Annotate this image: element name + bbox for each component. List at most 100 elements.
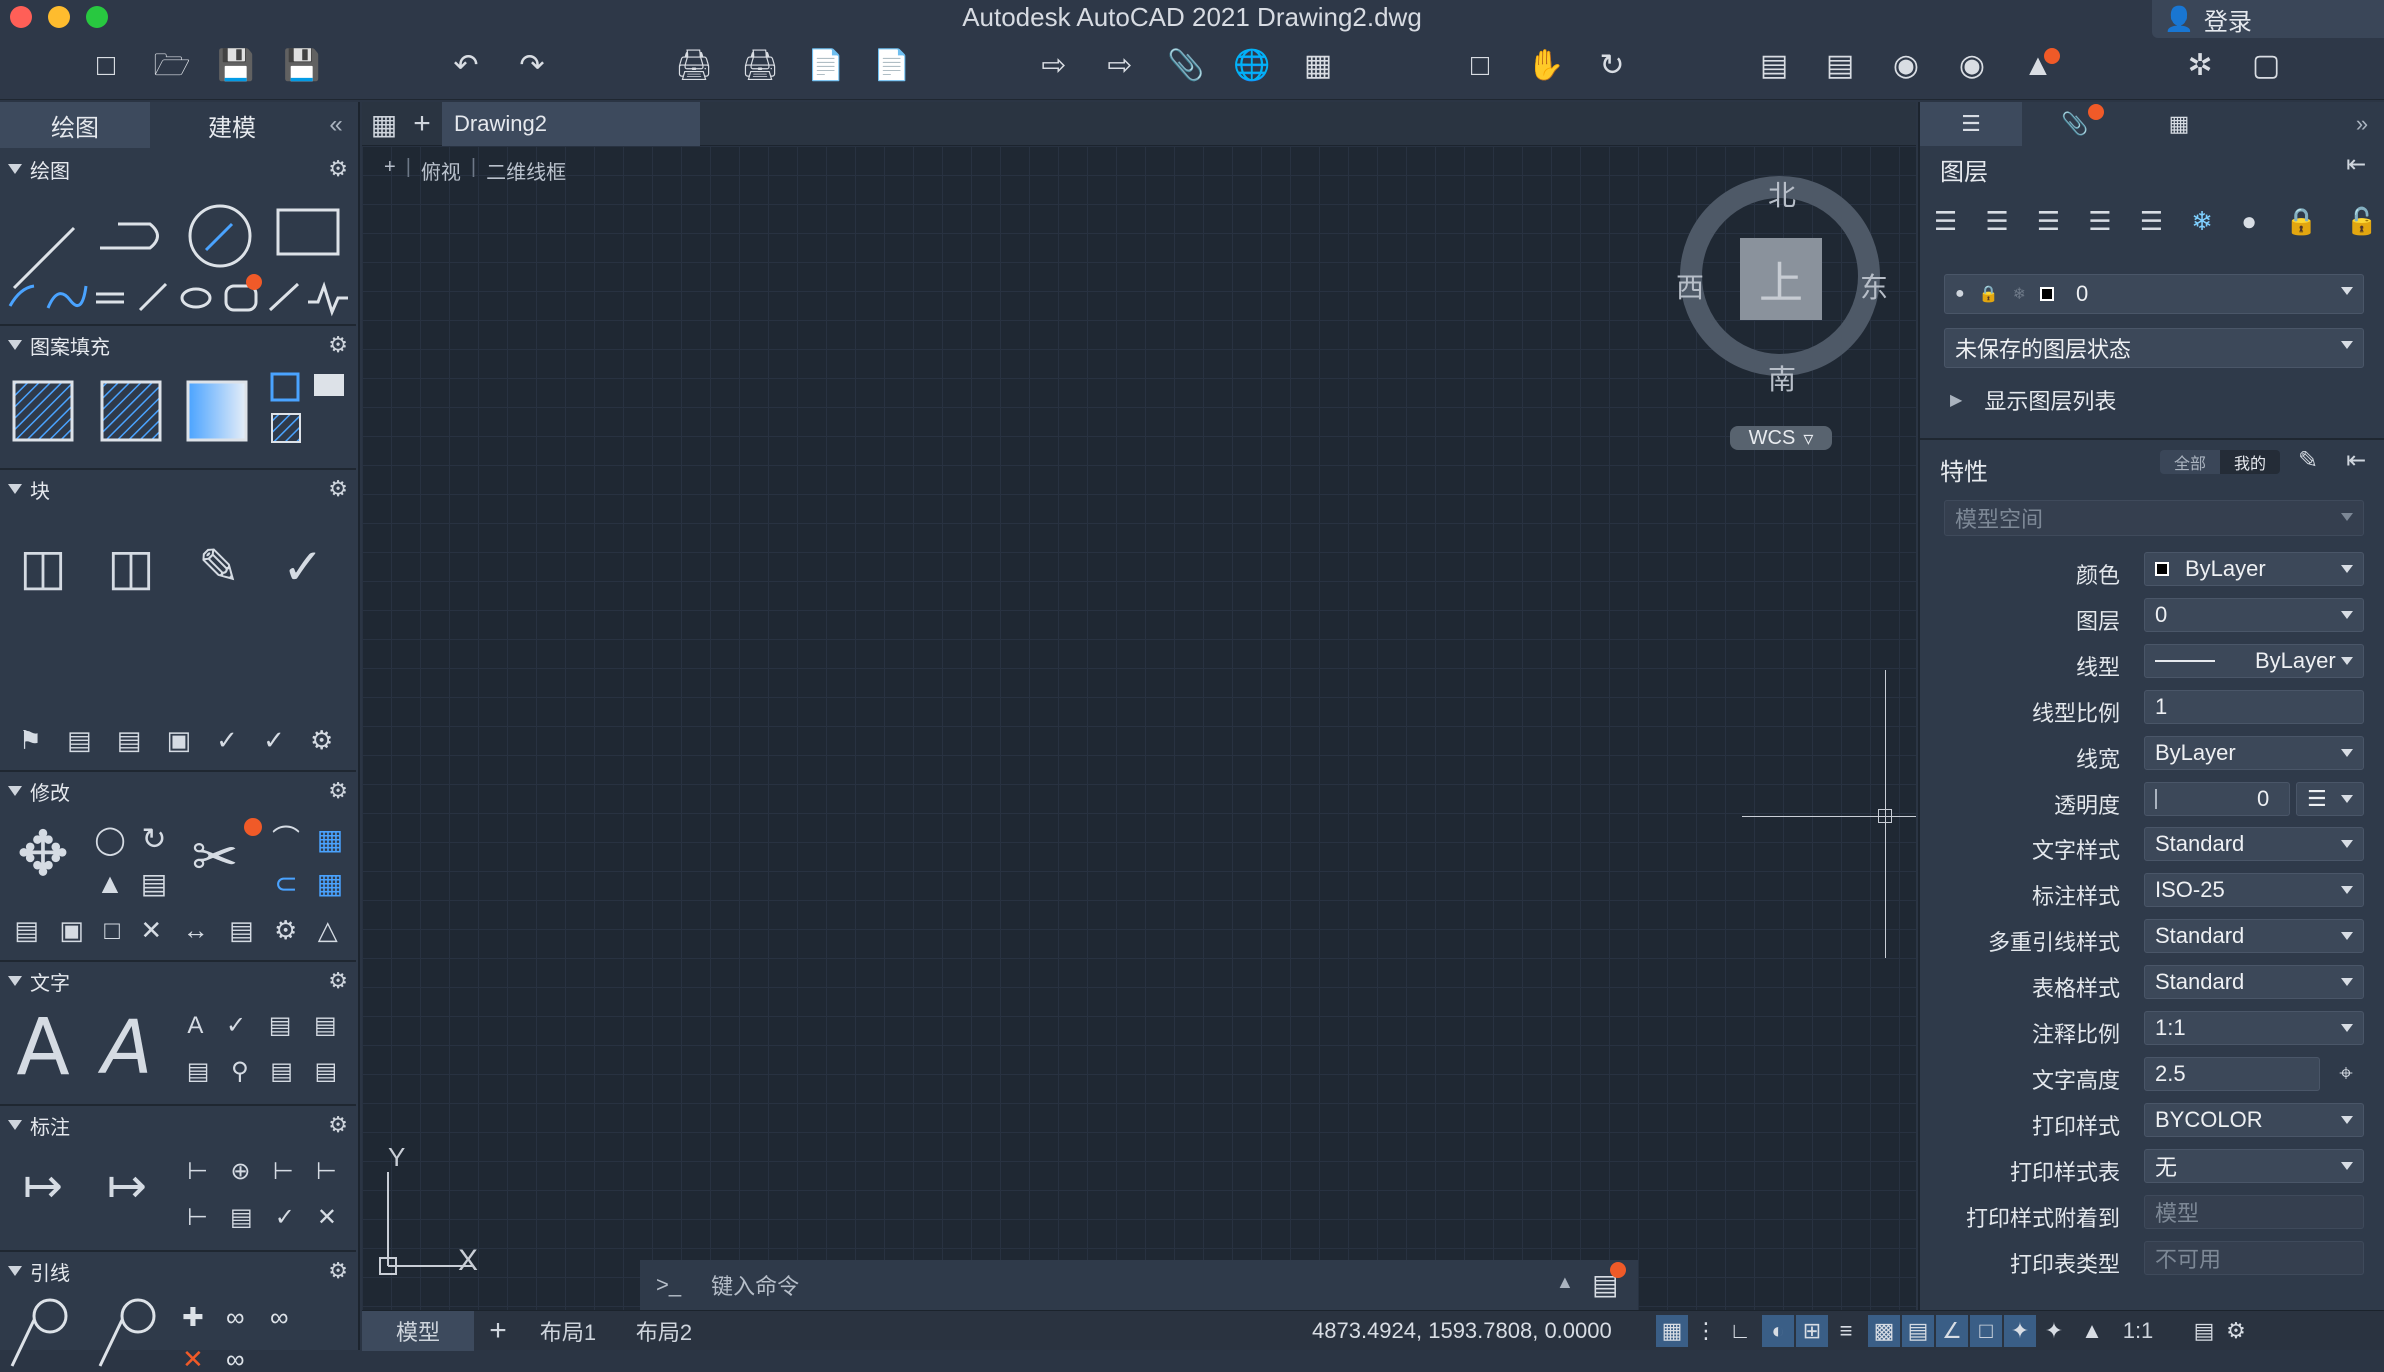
property-value-field[interactable]: Standard	[2144, 965, 2364, 999]
viewcube-west[interactable]: 西	[1676, 266, 1704, 306]
selection-cycle-icon[interactable]: ▤	[1902, 1315, 1934, 1347]
linear-dim-icon[interactable]: ⊢	[187, 1160, 208, 1184]
render-icon[interactable]: ✲	[2178, 44, 2222, 88]
tab-table[interactable]: ▦	[2128, 102, 2230, 146]
polar-toggle-icon[interactable]: ◐	[1762, 1315, 1794, 1347]
pick-height-icon[interactable]: ⌖	[2328, 1057, 2364, 1091]
mleader-edit-icon[interactable]	[98, 1319, 124, 1367]
viewcube-east[interactable]: 东	[1860, 266, 1888, 306]
layer-properties-icon[interactable]: ☰	[1934, 206, 1957, 244]
open-folder-icon[interactable]: 🗁	[150, 44, 194, 88]
section-dimension[interactable]: 标注 ⚙	[0, 1108, 360, 1142]
batch-plot-icon[interactable]: 🖨	[738, 44, 782, 88]
property-value-field[interactable]: ByLayer	[2144, 644, 2364, 678]
block-palette-icon[interactable]: ✓	[263, 727, 285, 753]
trim-icon[interactable]: ✂	[180, 822, 250, 892]
tab-layout2[interactable]: 布局2	[618, 1311, 710, 1351]
property-value-field[interactable]: 1:1	[2144, 1011, 2364, 1045]
viewcube-south[interactable]: 南	[1768, 358, 1796, 398]
dimension-icon[interactable]: ↦	[8, 1154, 78, 1220]
layer-unlock-icon[interactable]: 🔓	[2346, 206, 2378, 244]
block-add-icon[interactable]: ▣	[166, 727, 191, 753]
edit-properties-icon[interactable]: ✎	[2298, 446, 2318, 475]
layer-state-dropdown[interactable]: 未保存的图层状态	[1944, 328, 2364, 368]
pdf-import-icon[interactable]: ▤	[314, 1014, 337, 1038]
spline-tool-icon[interactable]	[46, 285, 88, 309]
rotate-icon[interactable]: ↻	[136, 822, 172, 858]
space-dropdown[interactable]: 模型空间	[1944, 500, 2364, 536]
current-layer-dropdown[interactable]: ● 🔒 ❄ 0	[1944, 274, 2364, 314]
add-layout-icon[interactable]: +	[478, 1311, 518, 1351]
ellipse-tool-icon[interactable]	[180, 287, 212, 309]
attach-icon[interactable]: 📎	[1164, 44, 1208, 88]
connect-icon[interactable]: ◉	[1950, 44, 1994, 88]
mline-tool-icon[interactable]	[96, 292, 124, 304]
single-line-text-icon[interactable]: A	[92, 1008, 162, 1088]
compare-icon[interactable]: ▦	[1296, 44, 1340, 88]
block-attr-icon[interactable]: ▤	[67, 727, 92, 753]
xline-tool-icon[interactable]	[268, 282, 300, 312]
boundary-tool-icon[interactable]	[270, 372, 300, 402]
section-hatch[interactable]: 图案填充 ⚙	[0, 328, 360, 362]
mleader-icon[interactable]	[10, 1319, 36, 1367]
import-icon[interactable]: ⇨	[1032, 44, 1076, 88]
property-value-field[interactable]: 0	[2144, 598, 2364, 632]
property-value-field[interactable]: Standard	[2144, 919, 2364, 953]
section-leader[interactable]: 引线 ⚙	[0, 1254, 360, 1288]
attribute-icon[interactable]: ✓	[270, 534, 336, 600]
join-icon[interactable]: ↔	[183, 917, 209, 943]
gradient-tool-icon[interactable]	[186, 380, 248, 442]
undock-icon[interactable]: ⇤	[2346, 150, 2366, 179]
section-draw[interactable]: 绘图 ⚙	[0, 152, 360, 186]
block-manager-icon[interactable]: ⚙	[310, 727, 333, 753]
pan-hand-icon[interactable]: ✋	[1524, 44, 1568, 88]
move-icon[interactable]: ✥	[8, 820, 78, 890]
array-icon[interactable]: ▦	[312, 822, 348, 858]
property-value-field[interactable]: ByLayer	[2144, 736, 2364, 770]
match-properties-icon[interactable]: ▤	[1818, 44, 1862, 88]
collapse-palette-icon[interactable]: «	[314, 102, 358, 148]
property-value-field[interactable]: 无	[2144, 1149, 2364, 1183]
property-value-field[interactable]: 2.5	[2144, 1057, 2320, 1091]
text-edit-icon[interactable]: ▤	[269, 1014, 292, 1038]
mirror-icon[interactable]: ▲	[92, 866, 128, 902]
filter-mine-button[interactable]: 我的	[2220, 450, 2280, 474]
expand-palette-icon[interactable]: »	[2340, 102, 2384, 146]
block-check-icon[interactable]: ✓	[216, 727, 238, 753]
explode-icon[interactable]: ✕	[140, 917, 162, 943]
tab-layout1[interactable]: 布局1	[522, 1311, 614, 1351]
undo-icon[interactable]: ↶	[444, 44, 488, 88]
tolerance-icon[interactable]: ▤	[230, 1206, 253, 1230]
tab-model-space[interactable]: 模型	[362, 1311, 474, 1351]
create-block-icon[interactable]: ◫	[10, 534, 76, 600]
mtext-icon[interactable]: A	[8, 1008, 78, 1088]
tab-layer-properties[interactable]: ☰	[1920, 102, 2022, 146]
visual-style-label[interactable]: 二维线框	[486, 156, 566, 185]
workspace-icon[interactable]: ▤	[2188, 1315, 2220, 1347]
text-style-icon[interactable]: A	[187, 1014, 203, 1038]
ray-tool-icon[interactable]	[138, 282, 168, 312]
radius-dim-icon[interactable]: ⊕	[230, 1160, 250, 1184]
design-center-icon[interactable]: ◉	[1884, 44, 1928, 88]
3d-osnap-icon[interactable]: ∠	[1936, 1315, 1968, 1347]
scale-icon[interactable]: ▤	[14, 917, 39, 943]
cursor-coordinates[interactable]: 4873.4924, 1593.7808, 0.0000	[1312, 1311, 1612, 1351]
layer-off-icon[interactable]: ●	[2241, 206, 2257, 244]
section-text[interactable]: 文字 ⚙	[0, 964, 360, 998]
gear-icon[interactable]: ⚙	[328, 332, 348, 358]
erase-icon[interactable]: △	[318, 917, 338, 943]
command-line[interactable]: >_ 键入命令 ▲ ▤	[640, 1260, 1638, 1310]
tag-icon[interactable]: ⚑	[19, 727, 42, 753]
draworder-icon[interactable]: ▣	[59, 917, 84, 943]
annotation-scale-icon[interactable]: ▲	[2076, 1315, 2108, 1347]
fillet-icon[interactable]: ⌒	[268, 822, 304, 858]
3d-box-icon[interactable]: ▦	[312, 866, 348, 902]
print-icon[interactable]: 🖨	[672, 44, 716, 88]
view-label[interactable]: 俯视	[421, 156, 461, 185]
dim-break-icon[interactable]: ⊢	[316, 1160, 337, 1184]
tab-model[interactable]: 建模	[150, 102, 314, 148]
offset-icon[interactable]: ⊂	[268, 866, 304, 902]
drawing-canvas[interactable]: + | 俯视 | 二维线框 Y X	[362, 146, 1916, 1310]
settings-gear-icon[interactable]: ⚙	[2220, 1315, 2252, 1347]
gear-icon[interactable]: ⚙	[328, 1112, 348, 1138]
